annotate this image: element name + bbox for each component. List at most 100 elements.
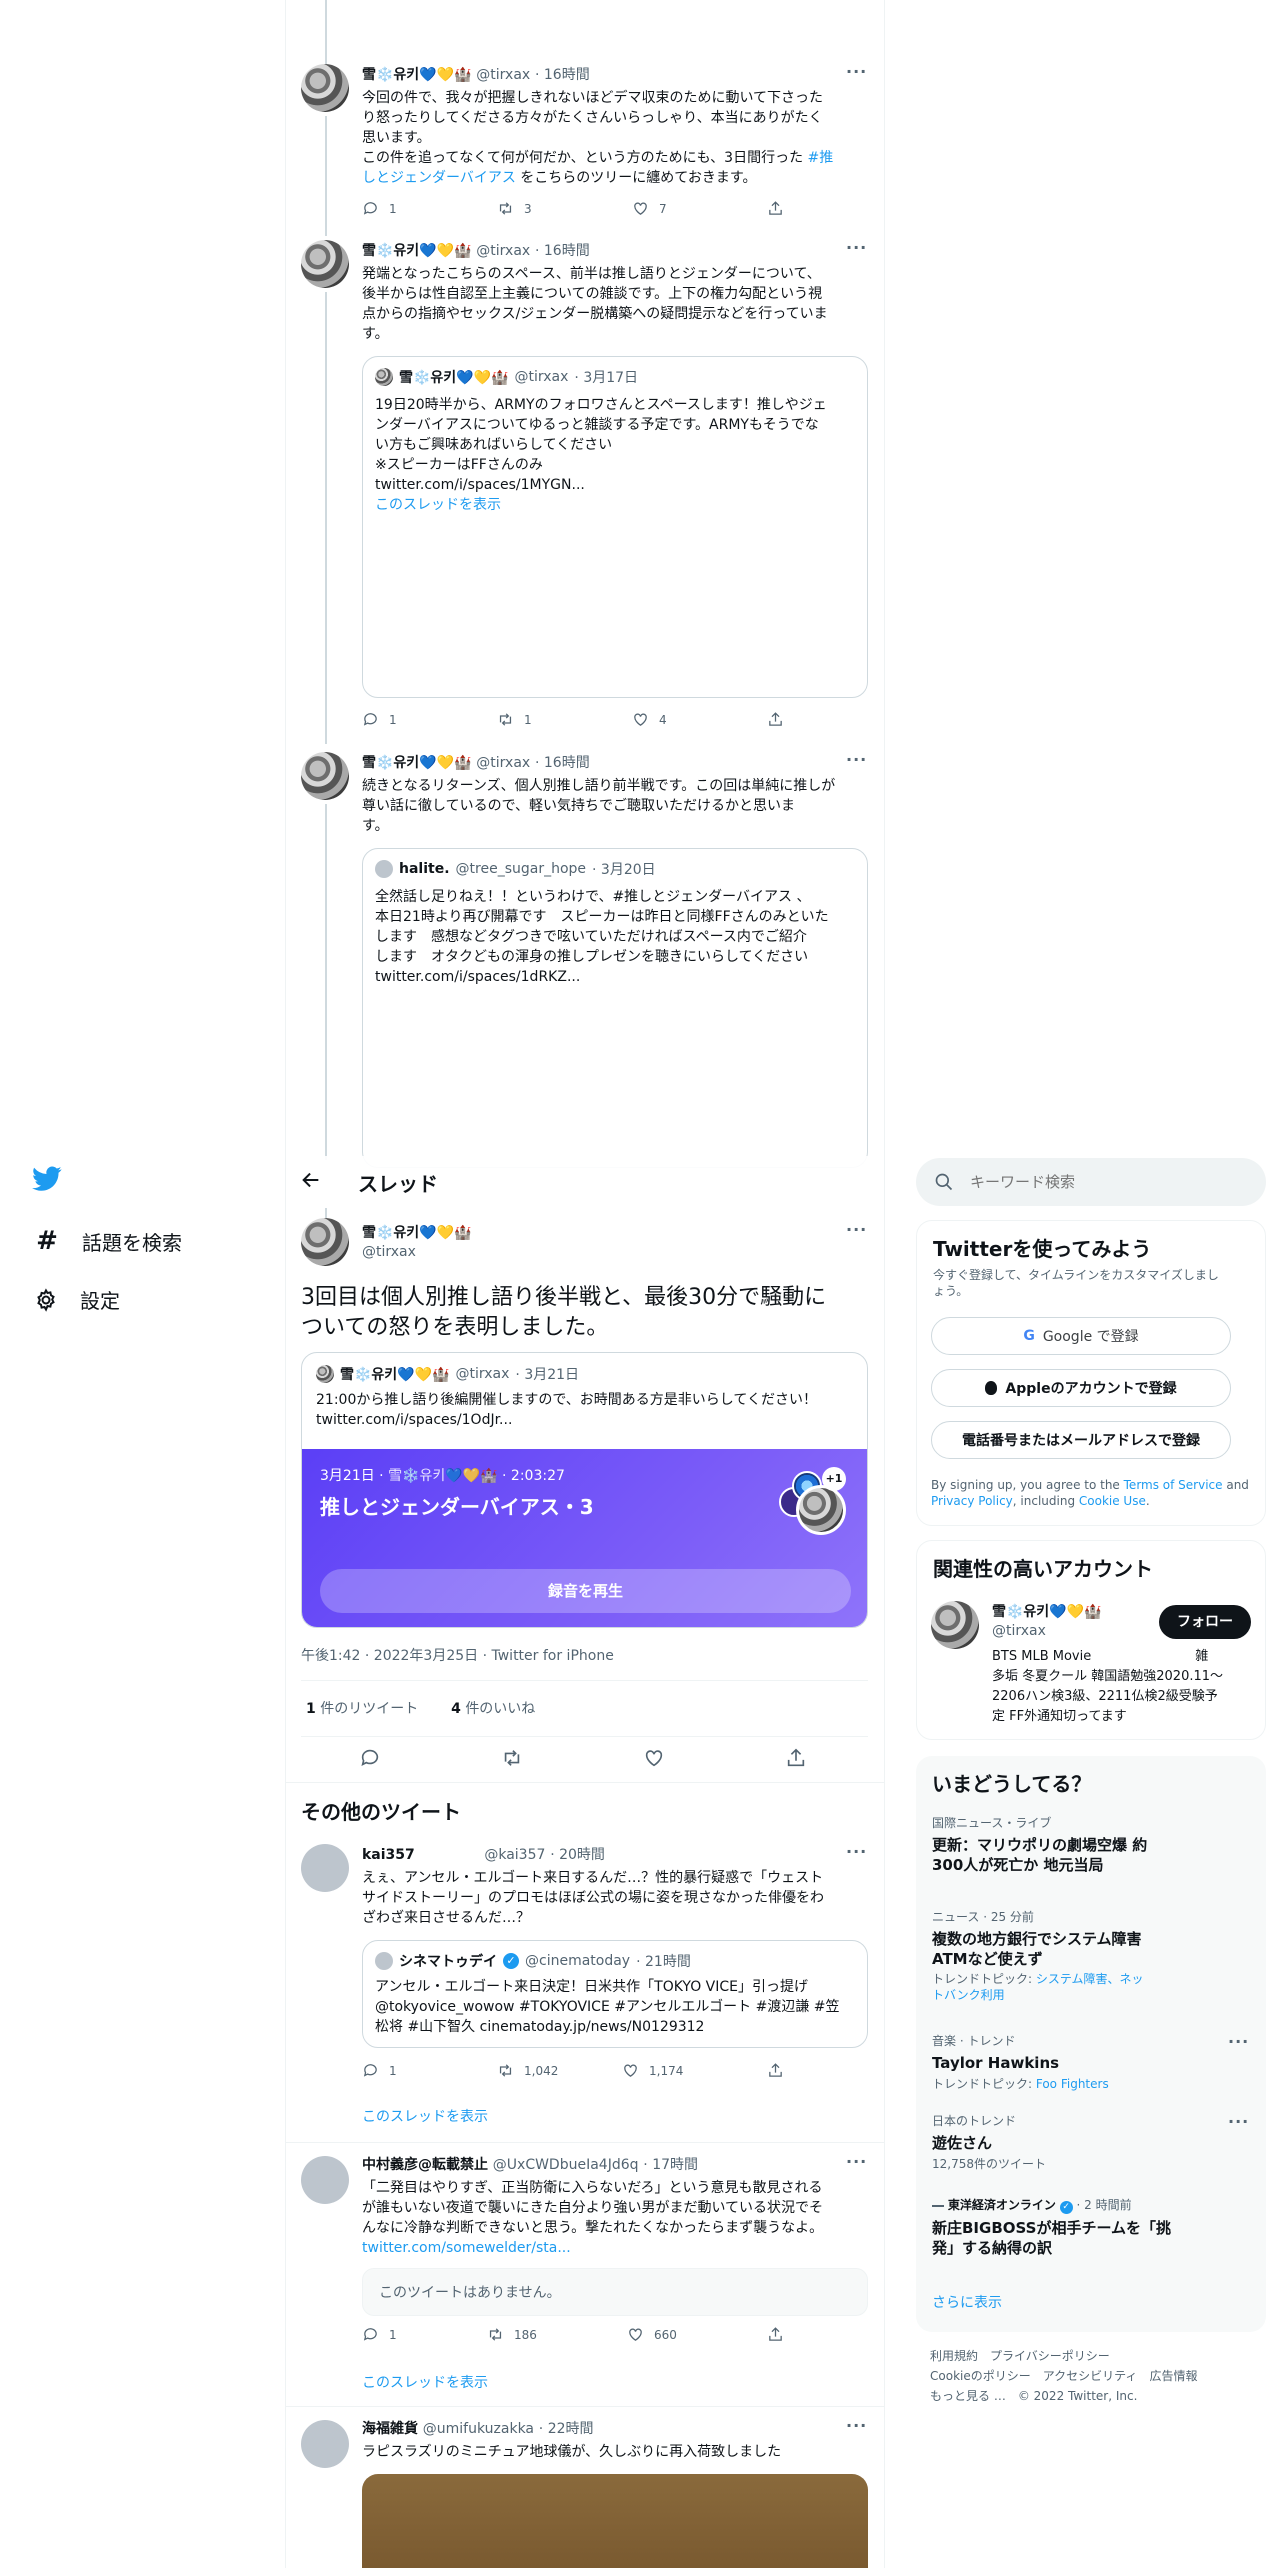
author-handle[interactable]: @tirxax [476,755,530,771]
avatar[interactable] [301,752,349,800]
share-icon[interactable] [785,1747,807,1769]
retweet-button[interactable]: 3 [497,200,532,217]
tweet-time[interactable]: · 16時間 [535,243,590,259]
retweet-stat[interactable]: 1 件のリツイート [306,1701,418,1717]
author-handle[interactable]: @umifukuzakka [423,2421,534,2437]
tweet-time[interactable]: · 20時間 [550,1847,605,1863]
quoted-tweet[interactable]: 雪❄️유키💙💛🏰 @tirxax · 3月21日 21:00から推し語り後編開催… [301,1352,868,1628]
more-options-icon[interactable]: ··· [846,238,867,257]
trend-item[interactable]: 音楽 · トレンド Taylor Hawkins トレンドトピック: Foo F… [932,2032,1252,2092]
privacy-link[interactable]: Privacy Policy [931,1494,1013,1508]
reply-button[interactable]: 1 [362,2326,397,2343]
google-signup-button[interactable]: G Google で登録 [931,1317,1231,1355]
footer-link[interactable]: 利用規約 [930,2349,978,2363]
hashtag-link[interactable]: #推 [808,150,834,166]
share-button[interactable] [767,200,784,217]
avatar[interactable] [301,1844,349,1892]
quoted-tweet[interactable]: シネマトゥデイ ✓ @cinematoday · 21時間 アンセル・エルゴート… [362,1940,868,2048]
author-name[interactable]: 中村義彦@転載禁止 [362,2157,488,2173]
avatar[interactable] [301,2420,349,2468]
search-box[interactable] [916,1158,1266,1206]
retweet-icon[interactable] [501,1747,523,1769]
share-button[interactable] [767,711,784,728]
reply-icon[interactable] [359,1747,381,1769]
footer-more-link[interactable]: もっと見る … [930,2389,1006,2403]
avatar[interactable] [931,1601,979,1649]
tweet-time[interactable]: · 16時間 [535,755,590,771]
tweet-link[interactable]: twitter.com/somewelder/sta... [362,2238,872,2258]
twitter-logo-icon[interactable] [32,1166,62,1196]
retweet-button[interactable]: 186 [487,2326,537,2343]
tweet-image[interactable] [362,2474,868,2568]
apple-signup-button[interactable]: Appleのアカウントで登録 [931,1369,1231,1407]
trend-item[interactable]: 国際ニュース・ライブ 更新：マリウポリの劇場空爆 約 300人が死亡か 地元当局 [932,1814,1252,1875]
like-button[interactable]: 660 [627,2326,677,2343]
footer-link[interactable]: アクセシビリティ [1043,2369,1138,2383]
quoted-tweet[interactable]: halite. @tree_sugar_hope · 3月20日 全然話し足りね… [362,848,868,1168]
like-button[interactable]: 4 [632,711,667,728]
more-options-icon[interactable]: ··· [846,750,867,769]
show-thread-link[interactable]: このスレッドを表示 [375,495,855,515]
retweet-button[interactable]: 1,042 [497,2062,558,2079]
like-stat[interactable]: 4 件のいいね [451,1701,535,1717]
nav-explore[interactable]: # 話題を検索 [34,1226,182,1256]
like-button[interactable]: 7 [632,200,667,217]
author-handle[interactable]: @kai357 [484,1847,545,1863]
reply-button[interactable]: 1 [362,200,397,217]
reply-button[interactable]: 1 [362,711,397,728]
show-thread-link[interactable]: このスレッドを表示 [362,2372,488,2392]
tweet-time[interactable]: · 22時間 [539,2421,594,2437]
more-options-icon[interactable]: ··· [846,1842,867,1861]
tweet-time[interactable]: · 17時間 [643,2157,698,2173]
avatar[interactable] [301,2156,349,2204]
search-input[interactable] [970,1170,1250,1194]
author-name[interactable]: 海福雑貨 [362,2421,418,2437]
space-link[interactable]: twitter.com/i/spaces/1OdJr... [316,1410,856,1430]
trend-item[interactable]: ニュース · 25 分前 複数の地方銀行でシステム障害 ATMなど使えず トレンド… [932,1908,1252,2003]
phone-email-signup-button[interactable]: 電話番号またはメールアドレスで登録 [931,1421,1231,1459]
main-author[interactable]: 雪❄️유키💙💛🏰 @tirxax [362,1222,472,1260]
tweet-time[interactable]: · 16時間 [535,67,590,83]
terms-link[interactable]: Terms of Service [1124,1478,1223,1492]
retweet-button[interactable]: 1 [497,711,532,728]
trend-item[interactable]: 東洋経済オンライン ✓ · 2 時間前 新庄BIGBOSSが相手チームを「挑 発」… [932,2196,1252,2258]
footer-link[interactable]: プライバシーポリシー [990,2349,1110,2363]
share-button[interactable] [767,2062,784,2079]
author-name[interactable]: 雪❄️유키💙💛🏰 [362,67,472,83]
back-arrow-icon[interactable] [300,1169,322,1195]
more-options-icon[interactable]: ··· [846,62,867,81]
more-options-icon[interactable]: ··· [846,1220,867,1239]
cookie-link[interactable]: Cookie Use [1079,1494,1146,1508]
nav-settings[interactable]: 設定 [34,1285,120,1314]
trend-more-icon[interactable]: ··· [1228,2032,1249,2051]
trend-item[interactable]: 日本のトレンド 遊佐さん 12,758件のツイート [932,2112,1252,2172]
hashtag-link[interactable]: しとジェンダーバイアス [362,170,516,186]
reply-button[interactable]: 1 [362,2062,397,2079]
more-options-icon[interactable]: ··· [846,2152,867,2171]
author-name[interactable]: 雪❄️유키💙💛🏰 [362,755,472,771]
more-options-icon[interactable]: ··· [846,2416,867,2435]
show-thread-link[interactable]: このスレッドを表示 [362,2106,488,2126]
avatar [375,1952,393,1970]
quoted-tweet[interactable]: 雪❄️유키💙💛🏰 @tirxax · 3月17日 19日20時半から、ARMYの… [362,356,868,698]
share-button[interactable] [767,2326,784,2343]
avatar[interactable] [301,64,349,112]
tweet-timestamp[interactable]: 午後1:42 · 2022年3月25日 · Twitter for iPhone [301,1645,614,1665]
trend-more-icon[interactable]: ··· [1228,2112,1249,2131]
avatar[interactable] [301,240,349,288]
like-button[interactable]: 1,174 [622,2062,683,2079]
footer-link[interactable]: Cookieのポリシー [930,2369,1031,2383]
follow-button[interactable]: フォロー [1159,1605,1251,1639]
author-handle[interactable]: @tirxax [476,67,530,83]
play-recording-button[interactable]: 録音を再生 [320,1569,851,1613]
footer-link[interactable]: 広告情報 [1149,2369,1197,2383]
author-name[interactable]: 雪❄️유키💙💛🏰 [362,243,472,259]
heart-icon[interactable] [643,1747,665,1769]
show-more-trends-link[interactable]: さらに表示 [932,2292,1002,2312]
space-card[interactable]: 3月21日 · 雪❄️유키💙💛🏰 · 2:03:27 推しとジェンダーバイアス・… [302,1449,867,1627]
avatar[interactable] [301,1218,349,1266]
author-name[interactable]: kai357 [362,1847,415,1863]
account-identity[interactable]: 雪❄️유키💙💛🏰 @tirxax [992,1601,1102,1639]
author-handle[interactable]: @tirxax [476,243,530,259]
author-handle[interactable]: @UxCWDbueIa4Jd6q [493,2157,639,2173]
